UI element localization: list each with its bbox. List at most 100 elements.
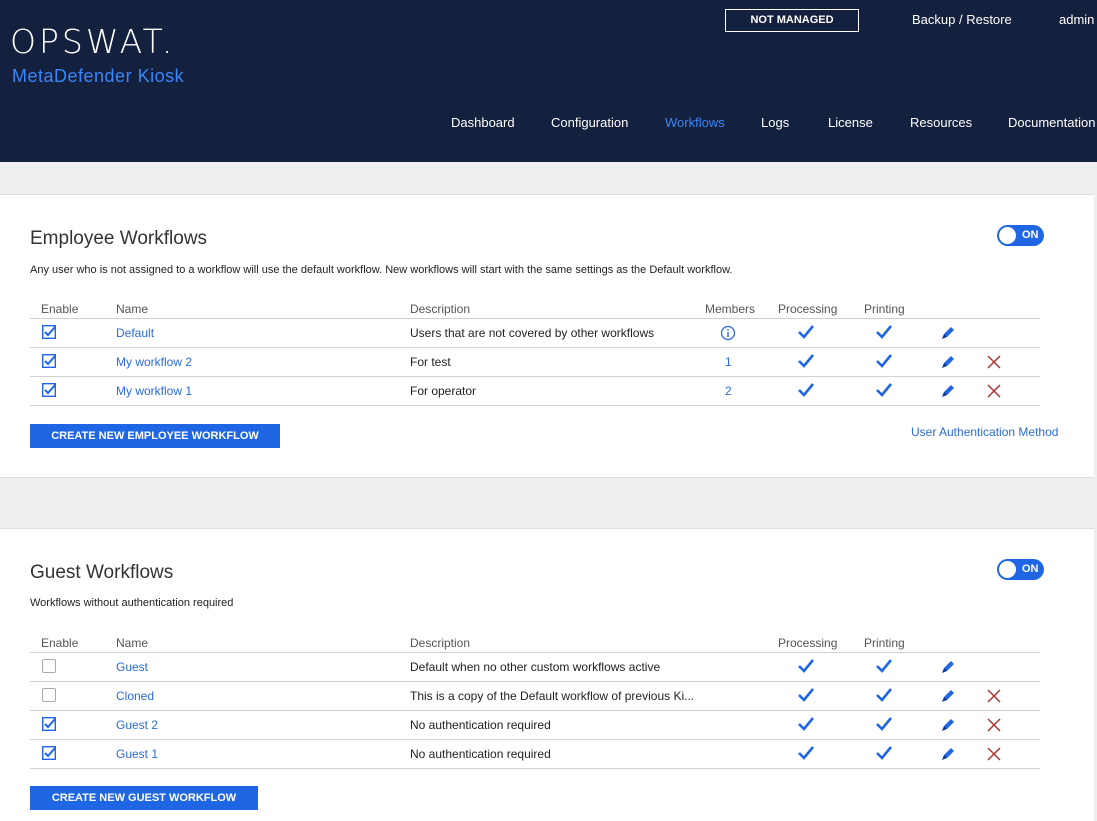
nav-logs[interactable]: Logs	[761, 115, 789, 130]
col-description: Description	[410, 302, 471, 316]
workflow-description: No authentication required	[410, 747, 551, 761]
edit-pencil-icon[interactable]	[940, 325, 956, 341]
workflow-description: For test	[410, 355, 451, 369]
printing-check-icon	[876, 746, 892, 760]
delete-x-icon[interactable]	[986, 383, 1002, 399]
processing-check-icon	[798, 717, 814, 731]
guest-workflows-title: Guest Workflows	[30, 562, 174, 583]
table-row: Guest 2 No authentication required	[30, 711, 1040, 740]
processing-check-icon	[798, 383, 814, 397]
table-row: Guest 1 No authentication required	[30, 740, 1040, 769]
workflow-name-link[interactable]: My workflow 2	[116, 355, 192, 369]
edit-pencil-icon[interactable]	[940, 746, 956, 762]
table-row: Default Users that are not covered by ot…	[30, 319, 1040, 348]
employee-workflows-description: Any user who is not assigned to a workfl…	[30, 264, 733, 276]
col-name: Name	[116, 302, 149, 316]
printing-check-icon	[876, 325, 892, 339]
employee-workflows-title: Employee Workflows	[30, 228, 208, 249]
delete-x-icon[interactable]	[986, 688, 1002, 704]
create-guest-workflow-button[interactable]: CREATE NEW GUEST WORKFLOW	[30, 786, 258, 810]
table-row: My workflow 1 For operator 2	[30, 377, 1040, 406]
delete-x-icon[interactable]	[986, 717, 1002, 733]
product-name: MetaDefender Kiosk	[12, 66, 185, 86]
processing-check-icon	[798, 659, 814, 673]
toggle-knob	[999, 227, 1016, 244]
guest-workflows-table: Enable Name Description Processing Print…	[30, 631, 1040, 769]
table-row: Guest Default when no other custom workf…	[30, 653, 1040, 682]
col-members: Members	[705, 302, 756, 316]
guest-workflows-description: Workflows without authentication require…	[30, 597, 234, 609]
nav-configuration[interactable]: Configuration	[551, 115, 628, 130]
nav-workflows[interactable]: Workflows	[665, 115, 725, 130]
table-row: My workflow 2 For test 1	[30, 348, 1040, 377]
col-enable: Enable	[41, 302, 79, 316]
processing-check-icon	[798, 746, 814, 760]
toggle-label: ON	[1022, 563, 1039, 575]
processing-check-icon	[798, 354, 814, 368]
members-count-link[interactable]: 2	[725, 384, 732, 398]
printing-check-icon	[876, 383, 892, 397]
nav-documentation[interactable]: Documentation	[1008, 115, 1095, 130]
workflow-description: For operator	[410, 384, 477, 398]
user-menu[interactable]: admin	[1059, 12, 1094, 27]
processing-check-icon	[798, 688, 814, 702]
delete-x-icon[interactable]	[986, 354, 1002, 370]
nav-dashboard[interactable]: Dashboard	[451, 115, 515, 130]
printing-check-icon	[876, 659, 892, 673]
workflow-description: No authentication required	[410, 718, 551, 732]
not-managed-badge[interactable]: NOT MANAGED	[725, 9, 859, 32]
table-header: Enable Name Description Processing Print…	[30, 631, 1040, 653]
table-header: Enable Name Description Members Processi…	[30, 297, 1040, 319]
workflow-name-link[interactable]: Guest 2	[116, 718, 158, 732]
printing-check-icon	[876, 354, 892, 368]
edit-pencil-icon[interactable]	[940, 383, 956, 399]
workflow-name-link[interactable]: Guest 1	[116, 747, 158, 761]
members-count-link[interactable]: 1	[725, 355, 732, 369]
col-description: Description	[410, 636, 471, 650]
toggle-label: ON	[1022, 229, 1039, 241]
enable-checkbox-checked[interactable]	[42, 717, 56, 731]
create-employee-workflow-button[interactable]: CREATE NEW EMPLOYEE WORKFLOW	[30, 424, 280, 448]
enable-checkbox-unchecked[interactable]	[42, 659, 56, 673]
edit-pencil-icon[interactable]	[940, 688, 956, 704]
col-enable: Enable	[41, 636, 79, 650]
enable-checkbox-unchecked[interactable]	[42, 688, 56, 702]
nav-resources[interactable]: Resources	[910, 115, 972, 130]
col-printing: Printing	[864, 302, 905, 316]
edit-pencil-icon[interactable]	[940, 659, 956, 675]
employee-workflows-card: Employee Workflows ON Any user who is no…	[0, 194, 1094, 478]
employee-workflows-table: Enable Name Description Members Processi…	[30, 297, 1040, 406]
toggle-knob	[999, 561, 1016, 578]
edit-pencil-icon[interactable]	[940, 717, 956, 733]
col-name: Name	[116, 636, 149, 650]
delete-x-icon[interactable]	[986, 746, 1002, 762]
workflow-description: Default when no other custom workflows a…	[410, 660, 661, 674]
guest-workflows-card: Guest Workflows ON Workflows without aut…	[0, 528, 1094, 821]
table-row: Cloned This is a copy of the Default wor…	[30, 682, 1040, 711]
guest-workflows-toggle[interactable]: ON	[997, 559, 1044, 580]
workflow-description: This is a copy of the Default workflow o…	[410, 689, 695, 703]
user-authentication-method-link[interactable]: User Authentication Method	[911, 425, 1058, 439]
enable-checkbox-checked[interactable]	[42, 746, 56, 760]
edit-pencil-icon[interactable]	[940, 354, 956, 370]
enable-checkbox-checked[interactable]	[42, 325, 56, 339]
processing-check-icon	[798, 325, 814, 339]
printing-check-icon	[876, 717, 892, 731]
enable-checkbox-checked[interactable]	[42, 383, 56, 397]
printing-check-icon	[876, 688, 892, 702]
top-header: OPSWAT. MetaDefender Kiosk NOT MANAGED B…	[0, 0, 1097, 162]
col-processing: Processing	[778, 302, 838, 316]
employee-workflows-toggle[interactable]: ON	[997, 225, 1044, 246]
workflow-name-link[interactable]: Cloned	[116, 689, 154, 703]
nav-license[interactable]: License	[828, 115, 873, 130]
backup-restore-link[interactable]: Backup / Restore	[912, 12, 1012, 27]
workflow-name-link[interactable]: Default	[116, 326, 154, 340]
enable-checkbox-checked[interactable]	[42, 354, 56, 368]
opswat-logo: OPSWAT.	[10, 22, 176, 61]
col-processing: Processing	[778, 636, 838, 650]
col-printing: Printing	[864, 636, 905, 650]
workflow-name-link[interactable]: Guest	[116, 660, 148, 674]
workflow-name-link[interactable]: My workflow 1	[116, 384, 192, 398]
workflow-description: Users that are not covered by other work…	[410, 326, 655, 340]
info-icon[interactable]	[720, 325, 736, 341]
